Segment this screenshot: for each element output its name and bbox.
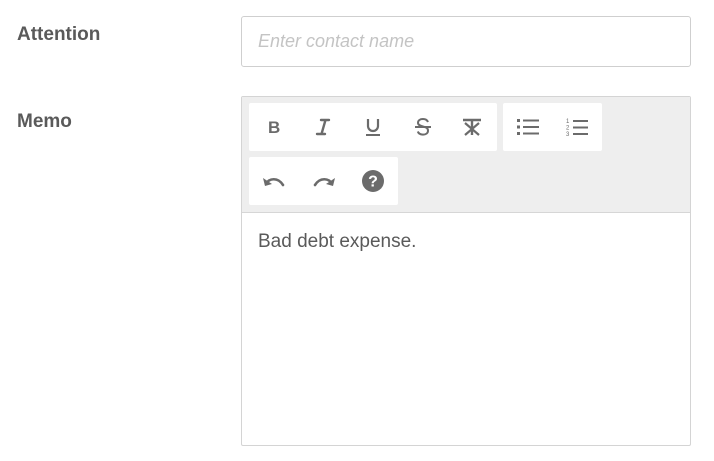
clear-formatting-button[interactable] [447,103,497,151]
attention-label: Attention [17,24,101,45]
undo-icon [262,177,285,187]
strikethrough-icon [414,117,431,136]
bullet-list-icon [516,119,539,135]
memo-content[interactable]: Bad debt expense. [242,213,690,445]
attention-input[interactable] [242,17,690,66]
list-button-group: 1 2 3 [503,103,602,151]
help-button[interactable]: ? [348,157,398,205]
strikethrough-button[interactable] [398,103,448,151]
svg-text:B: B [268,118,280,136]
numbered-list-icon: 1 2 3 [566,119,589,137]
underline-icon [365,119,380,136]
svg-text:1: 1 [566,119,570,125]
memo-label: Memo [17,111,72,132]
attention-field-wrapper [241,16,691,67]
redo-button[interactable] [299,157,349,205]
svg-text:3: 3 [566,132,570,137]
underline-button[interactable] [348,103,398,151]
redo-icon [313,177,335,187]
bold-icon: B [268,118,280,136]
bullet-list-button[interactable] [503,103,553,151]
undo-button[interactable] [249,157,299,205]
history-button-group: ? [249,157,398,205]
format-button-group: B [249,103,497,151]
numbered-list-button[interactable]: 1 2 3 [553,103,603,151]
italic-icon [316,118,331,136]
editor-toolbar: B 1 2 3 ? [242,97,690,213]
italic-button[interactable] [299,103,349,151]
clear-formatting-icon [463,118,482,136]
memo-editor: B 1 2 3 ? Bad debt expense. [241,96,691,446]
svg-text:?: ? [368,174,378,191]
help-icon: ? [362,170,385,192]
svg-text:2: 2 [566,126,570,132]
bold-button[interactable]: B [249,103,299,151]
